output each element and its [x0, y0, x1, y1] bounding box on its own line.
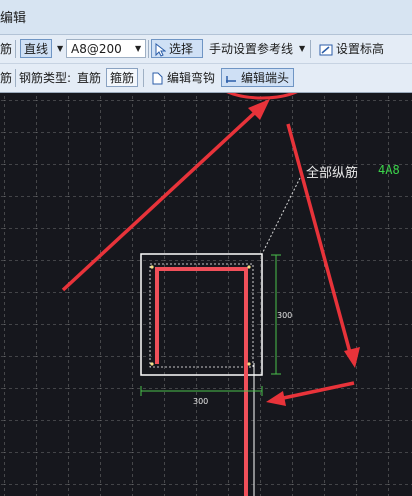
drawing-svg [0, 93, 412, 496]
select-button[interactable]: 选择 [151, 39, 203, 58]
window-title: 编辑 [0, 11, 27, 26]
set-elevation-label: 设置标高 [336, 42, 385, 56]
window-titlebar: 编辑 [0, 0, 412, 35]
set-elevation-button[interactable]: 设置标高 [315, 39, 388, 58]
canvas-grid [0, 93, 412, 496]
rebar-spec-dropdown-icon[interactable]: ▼ [135, 39, 141, 58]
toolbar-top: 筋 直线 ▼ A8@200 ▼ 选择 手动设置参考线 ▼ 设置标高 [0, 35, 412, 64]
drawing-canvas[interactable] [0, 93, 412, 496]
toolbar-separator [15, 69, 16, 87]
manual-ref-dropdown-icon[interactable]: ▼ [299, 39, 305, 58]
toolbar-separator [310, 40, 311, 58]
rebar-spec-value: A8@200 [71, 42, 122, 56]
manual-ref-line-button[interactable]: 手动设置参考线 [205, 39, 297, 58]
toolbar-separator [143, 69, 144, 87]
dim-height-label: 300 [277, 311, 293, 320]
toolbar-left-fragment: 筋 [0, 71, 13, 85]
toolbar-separator [15, 40, 16, 58]
select-label: 选择 [169, 42, 194, 56]
toolbar-separator [148, 40, 149, 58]
set-elevation-icon [319, 44, 333, 55]
longitudinal-spec-label[interactable]: 4A8 [378, 163, 400, 177]
stirrup-button[interactable]: 箍筋 [106, 68, 139, 87]
edit-end-label: 编辑端头 [241, 71, 290, 85]
edit-bend-icon [152, 72, 163, 84]
toolbar-left-fragment: 筋 [0, 42, 13, 56]
edit-bend-button[interactable]: 编辑弯钩 [147, 68, 219, 87]
corner-rebar-point[interactable] [150, 362, 154, 366]
corner-rebar-point[interactable] [150, 265, 154, 269]
line-mode-button[interactable]: 直线 [20, 39, 53, 58]
toolbar-bottom: 筋 钢筋类型: 直筋 箍筋 编辑弯钩 编辑端头 [0, 64, 412, 93]
edit-bend-label: 编辑弯钩 [167, 71, 216, 85]
rebar-type-label: 钢筋类型: [19, 71, 72, 85]
line-mode-dropdown-icon[interactable]: ▼ [57, 39, 63, 58]
edit-end-button[interactable]: 编辑端头 [221, 68, 294, 87]
rebar-spec-combo[interactable]: A8@200 [66, 39, 146, 58]
all-longitudinal-label: 全部纵筋 [306, 166, 359, 181]
edit-end-icon [226, 75, 236, 83]
straight-rebar-button[interactable]: 直筋 [73, 68, 105, 87]
corner-rebar-point[interactable] [247, 265, 251, 269]
corner-rebar-point[interactable] [247, 362, 251, 366]
dim-width-label: 300 [193, 397, 209, 406]
cursor-icon [155, 42, 166, 57]
